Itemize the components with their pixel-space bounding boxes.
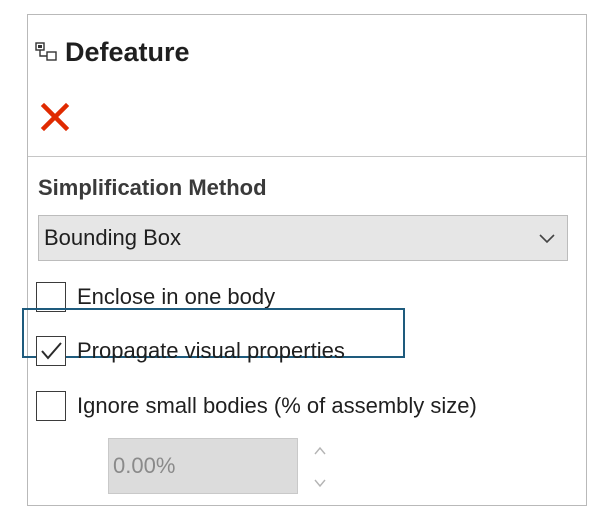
spin-up-icon[interactable] — [312, 443, 328, 459]
defeature-icon — [35, 42, 57, 61]
close-button[interactable] — [38, 100, 72, 134]
ignore-small-bodies-option[interactable]: Ignore small bodies (% of assembly size) — [36, 390, 556, 424]
propagate-visual-properties-option[interactable]: Propagate visual properties — [36, 335, 406, 369]
defeature-panel: Defeature Simplification Method Bounding… — [22, 14, 587, 506]
close-icon — [40, 102, 70, 132]
checkbox-label: Ignore small bodies (% of assembly size) — [77, 393, 477, 418]
spin-down-icon[interactable] — [312, 475, 328, 491]
chevron-down-icon — [539, 234, 555, 244]
panel-header: Defeature — [28, 15, 586, 157]
section-title-simplification-method: Simplification Method — [38, 175, 267, 200]
panel-title: Defeature — [65, 37, 190, 67]
checkbox-label: Propagate visual properties — [77, 338, 345, 363]
dropdown-selected-value: Bounding Box — [44, 225, 181, 250]
checkmark-icon — [41, 342, 62, 360]
ignore-small-bodies-checkbox[interactable] — [36, 391, 66, 421]
propagate-visual-properties-checkbox[interactable] — [36, 336, 66, 366]
simplification-method-dropdown[interactable]: Bounding Box — [38, 215, 568, 261]
size-threshold-input[interactable]: 0.00% — [108, 438, 298, 494]
